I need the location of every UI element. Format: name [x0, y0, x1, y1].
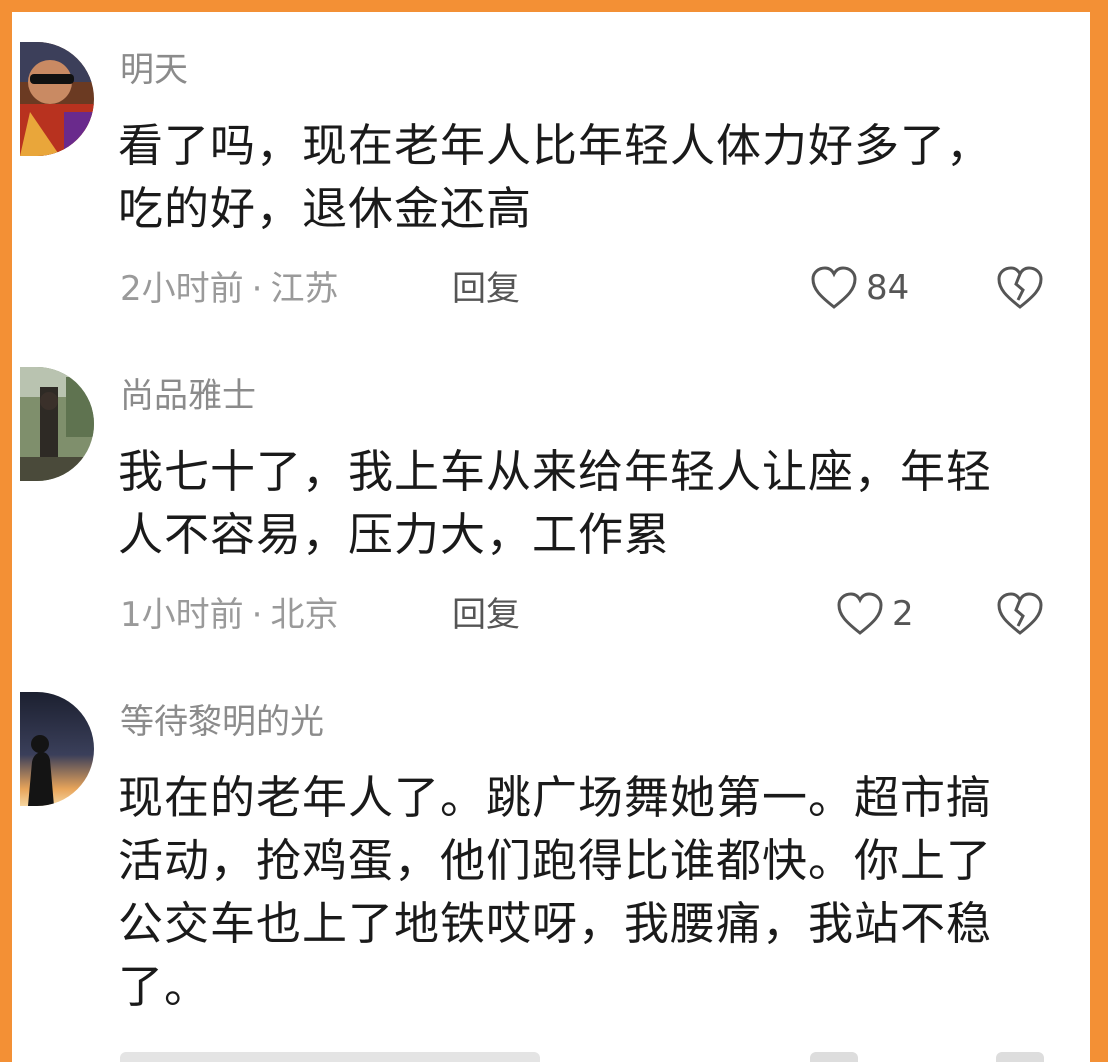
comment-text-line: 吃的好，退休金还高	[118, 182, 533, 235]
comment-text-line: 现在的老年人了。跳广场舞她第一。超市搞	[118, 771, 993, 824]
heart-icon	[811, 266, 857, 309]
cutoff-meta-row	[120, 1052, 540, 1062]
comment-text: 看了吗，现在老年人比年轻人体力好多了， 吃的好，退休金还高	[118, 114, 1058, 240]
comment-text-line: 公交车也上了地铁哎呀，我腰痛，我站不稳	[118, 897, 993, 950]
comment-text-line: 人不容易，压力大，工作累	[118, 508, 671, 561]
like-button[interactable]: 84	[810, 264, 909, 312]
comment-meta: 1小时前 · 北京	[120, 595, 338, 635]
like-count: 84	[866, 268, 910, 308]
comment-list: 明天 看了吗，现在老年人比年轻人体力好多了， 吃的好，退休金还高 2小时前 · 江苏…	[12, 12, 1090, 1062]
separator: ·	[251, 595, 263, 635]
heart-icon	[837, 592, 883, 635]
username[interactable]: 明天	[120, 50, 188, 90]
comment-text-line: 看了吗，现在老年人比年轻人体力好多了，	[118, 119, 993, 172]
cutoff-dislike-icon	[996, 1052, 1044, 1062]
avatar[interactable]	[20, 42, 94, 156]
reply-button[interactable]: 回复	[452, 269, 520, 309]
comment-text-line: 我七十了，我上车从来给年轻人让座，年轻	[118, 445, 993, 498]
comment-text: 现在的老年人了。跳广场舞她第一。超市搞 活动，抢鸡蛋，他们跑得比谁都快。你上了 …	[118, 766, 1058, 1018]
avatar[interactable]	[20, 367, 94, 481]
comment-text-line: 了。	[118, 960, 211, 1013]
username[interactable]: 等待黎明的光	[120, 702, 324, 742]
cutoff-like-icon	[810, 1052, 858, 1062]
like-count: 2	[892, 594, 914, 634]
broken-heart-icon[interactable]	[996, 590, 1044, 638]
comment-text: 我七十了，我上车从来给年轻人让座，年轻 人不容易，压力大，工作累	[118, 440, 1058, 566]
location: 江苏	[270, 269, 339, 309]
comment-text-line: 活动，抢鸡蛋，他们跑得比谁都快。你上了	[118, 834, 993, 887]
separator: ·	[251, 269, 263, 309]
broken-heart-icon[interactable]	[996, 264, 1044, 312]
username[interactable]: 尚品雅士	[120, 376, 256, 416]
timestamp: 2小时前	[120, 269, 244, 309]
timestamp: 1小时前	[120, 595, 244, 635]
location: 北京	[270, 595, 339, 635]
avatar[interactable]	[20, 692, 94, 806]
reply-button[interactable]: 回复	[452, 595, 520, 635]
like-button[interactable]: 2	[836, 590, 914, 638]
comment-meta: 2小时前 · 江苏	[120, 269, 338, 309]
